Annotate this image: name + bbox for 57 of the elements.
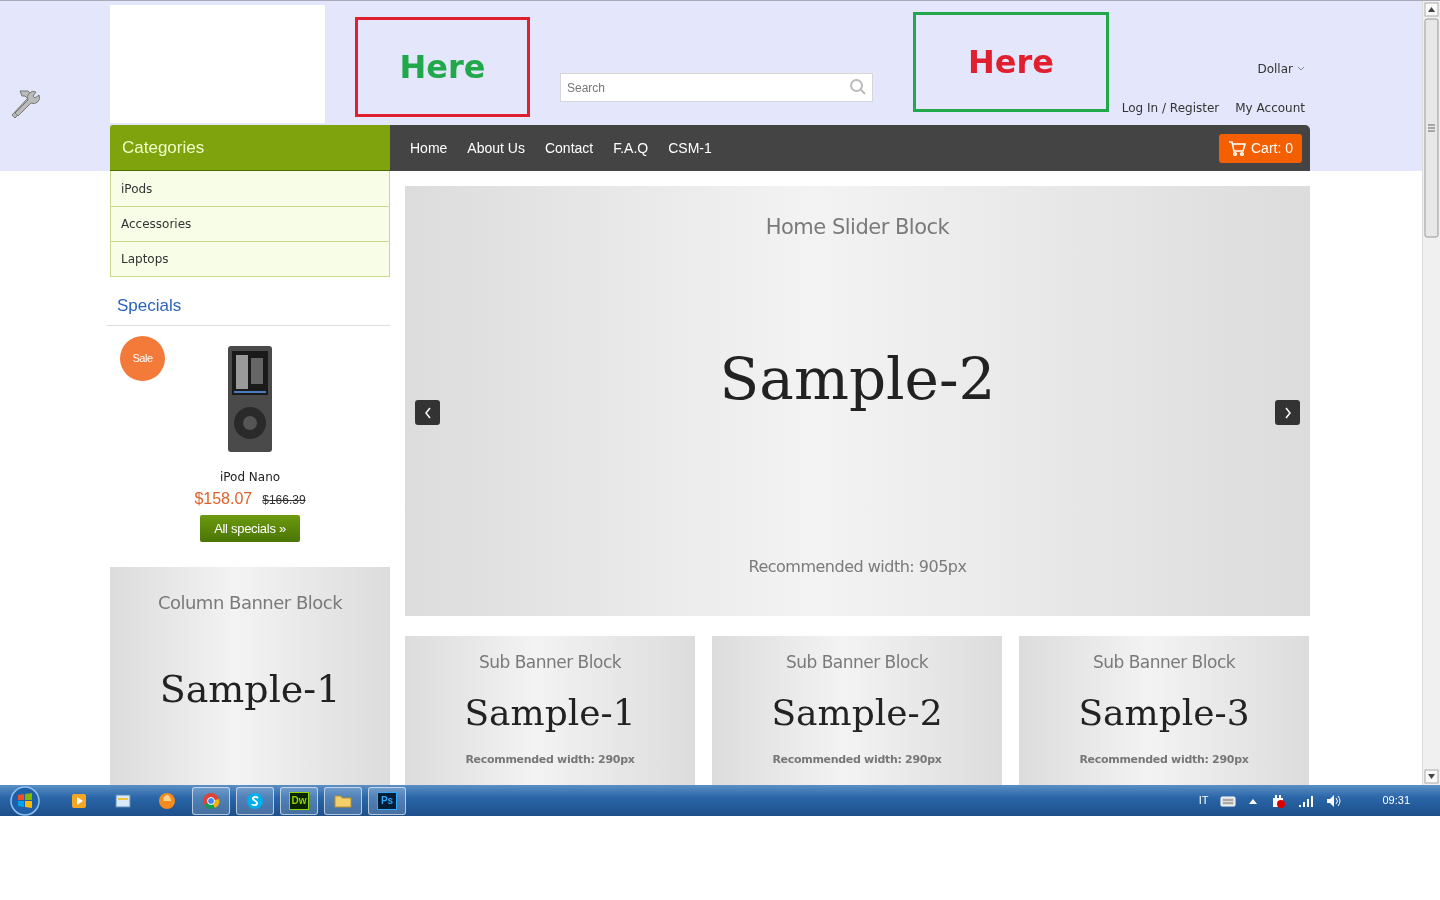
volume-icon[interactable] xyxy=(1326,793,1343,808)
banner-note: Recommended width: 290px xyxy=(465,751,635,768)
currency-dropdown[interactable]: Dollar xyxy=(1257,62,1305,76)
sale-price: $158.07 xyxy=(194,488,253,509)
taskbar-app[interactable]: Ps xyxy=(368,786,406,815)
slider-text: Sample-2 xyxy=(719,343,996,415)
nav-link[interactable]: CSM-1 xyxy=(658,137,722,159)
banner-title: Sub Banner Block xyxy=(1092,651,1236,674)
clock[interactable]: 09:31 xyxy=(1382,792,1410,809)
taskbar-app[interactable] xyxy=(324,786,362,815)
taskbar-app[interactable]: Dw xyxy=(280,786,318,815)
banner-title: Sub Banner Block xyxy=(478,651,622,674)
power-icon[interactable] xyxy=(1270,792,1287,809)
old-price: $166.39 xyxy=(262,491,306,509)
specials-heading: Specials xyxy=(107,277,390,326)
search-field[interactable]: Search xyxy=(560,73,873,102)
sale-badge: Sale xyxy=(120,335,165,381)
search-icon xyxy=(849,78,867,96)
category-item[interactable]: Laptops xyxy=(111,241,389,276)
banner-note: Recommended width: 290px xyxy=(772,751,942,768)
chevron-right-icon xyxy=(1283,406,1292,419)
placeholder-text: Here xyxy=(968,43,1054,81)
globe-icon xyxy=(157,790,177,811)
nav-link[interactable]: Home xyxy=(400,137,458,159)
taskbar-app[interactable] xyxy=(236,786,274,815)
scrollbar[interactable] xyxy=(1422,1,1440,785)
category-item[interactable]: iPods xyxy=(111,171,389,206)
banner-note: Recommended width: 290px xyxy=(1079,751,1249,768)
categories-heading: Categories xyxy=(110,125,390,171)
product-name: iPod Nano xyxy=(219,469,281,484)
language-indicator[interactable]: IT xyxy=(1198,792,1209,809)
nav-link[interactable]: About Us xyxy=(457,137,535,159)
all-specials-button[interactable]: All specials » xyxy=(200,514,300,542)
placeholder-text: Here xyxy=(399,48,486,86)
banner-text: Sample-1 xyxy=(464,690,636,735)
signal-icon[interactable] xyxy=(1298,793,1315,808)
nav-link[interactable]: Contact xyxy=(534,137,604,159)
banner-text: Sample-2 xyxy=(771,690,943,735)
slider-title: Home Slider Block xyxy=(765,214,950,241)
chevron-down-icon xyxy=(1297,66,1305,72)
keyboard-icon[interactable] xyxy=(1220,794,1237,807)
chevron-left-icon xyxy=(423,406,432,419)
chrome-icon xyxy=(201,790,221,811)
account-link[interactable]: My Account xyxy=(1235,101,1305,115)
category-item[interactable]: Accessories xyxy=(111,206,389,241)
banner-text: Sample-1 xyxy=(159,665,341,713)
previous-slide-button[interactable] xyxy=(415,400,440,425)
nav-link[interactable]: F.A.Q xyxy=(603,137,659,159)
skype-icon xyxy=(245,790,265,811)
banner-title: Column Banner Block xyxy=(157,590,343,615)
taskbar-app[interactable] xyxy=(192,786,230,815)
banner-text: Sample-3 xyxy=(1078,690,1250,735)
next-slide-button[interactable] xyxy=(1275,400,1300,425)
account-link[interactable]: Log In / Register xyxy=(1121,101,1220,115)
banner-title: Sub Banner Block xyxy=(785,651,929,674)
cart-icon xyxy=(1228,140,1246,156)
slider-note: Recommended width: 905px xyxy=(748,555,967,578)
